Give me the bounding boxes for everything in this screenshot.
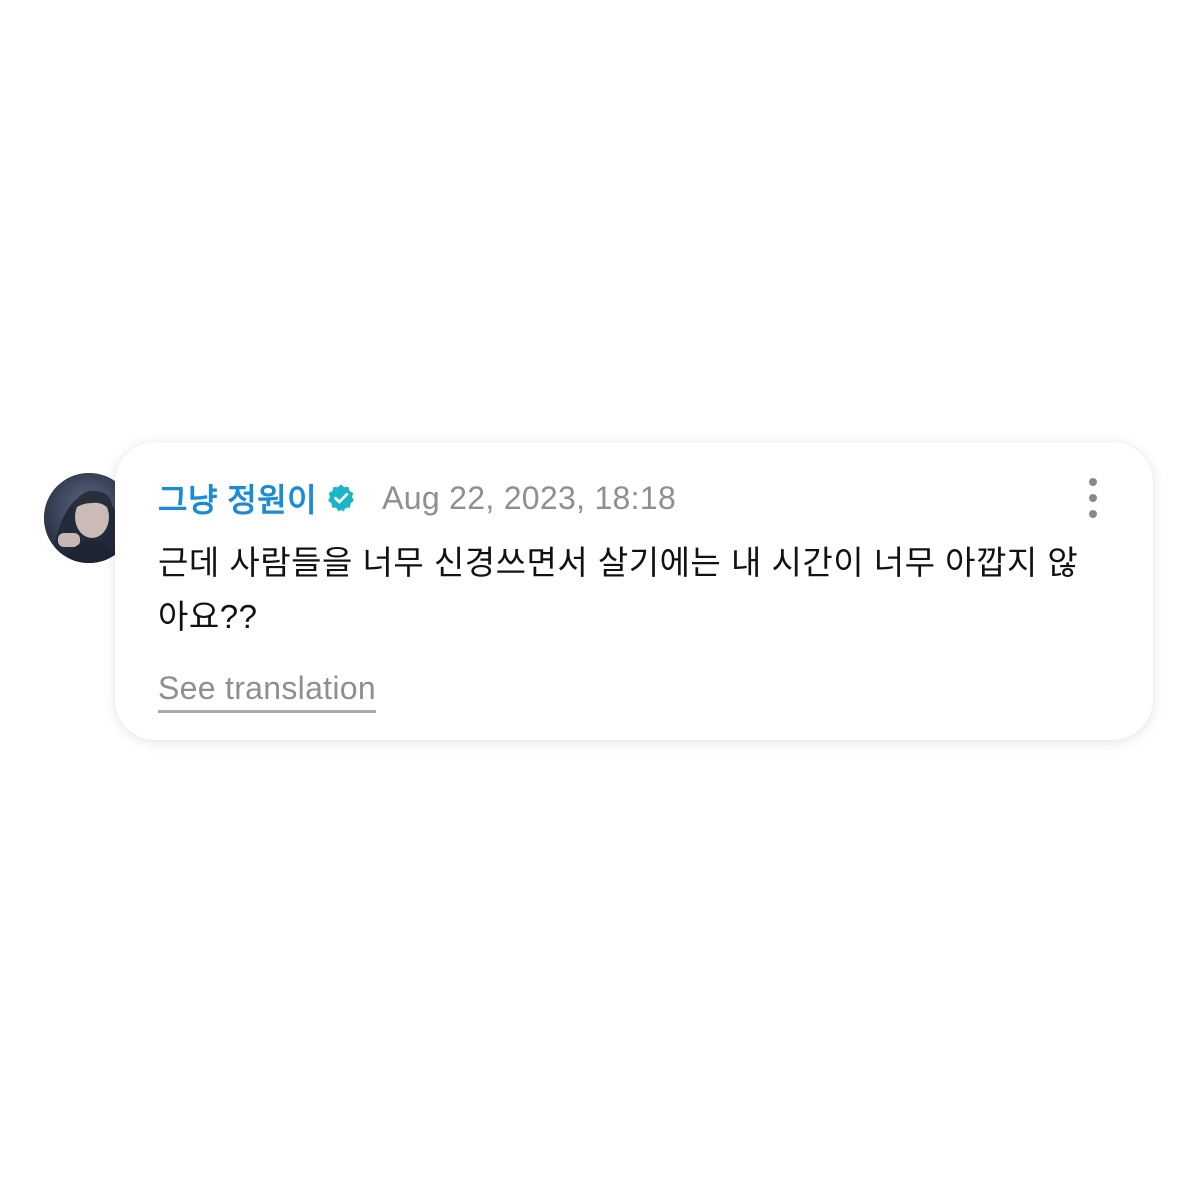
author-name[interactable]: 그냥 정원이 <box>158 475 317 521</box>
comment-message: 근데 사람들을 너무 신경쓰면서 살기에는 내 시간이 너무 아깝지 않아요?? <box>158 544 1079 635</box>
more-dot <box>1089 478 1097 486</box>
page-canvas: 그냥 정원이 Aug 22, 2023, 18:18 근데 사람들을 너무 신경… <box>0 0 1200 1200</box>
comment-card: 그냥 정원이 Aug 22, 2023, 18:18 근데 사람들을 너무 신경… <box>115 442 1153 740</box>
more-vertical-icon[interactable] <box>1087 478 1099 518</box>
see-translation-link[interactable]: See translation <box>158 668 376 713</box>
verified-badge-icon <box>326 483 356 513</box>
more-dot <box>1089 510 1097 518</box>
comment-header: 그냥 정원이 Aug 22, 2023, 18:18 <box>158 475 677 521</box>
more-dot <box>1089 494 1097 502</box>
comment-timestamp: Aug 22, 2023, 18:18 <box>382 479 677 516</box>
